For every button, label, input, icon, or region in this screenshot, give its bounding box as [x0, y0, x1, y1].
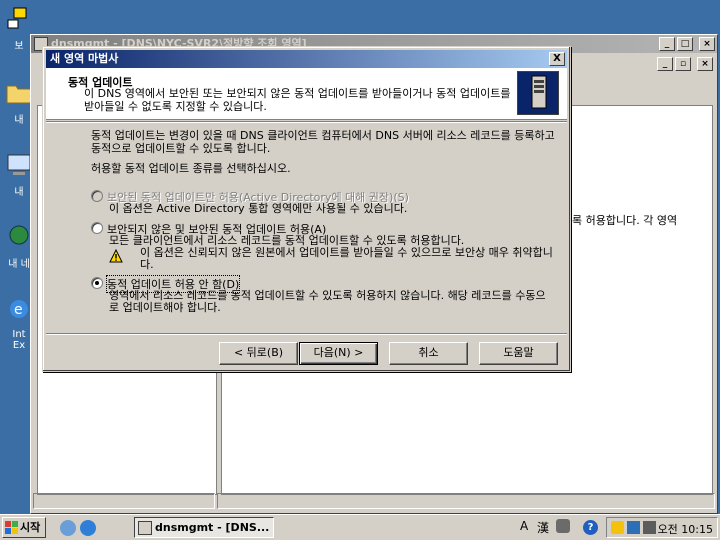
radio-nonsecure-and-secure[interactable]	[91, 222, 103, 234]
new-zone-wizard-dialog[interactable]: 새 영역 마법사 X 동적 업데이트 이 DNS 영역에서 보안된 또는 보안되…	[42, 46, 571, 372]
windows-flag-icon	[5, 521, 18, 534]
start-button[interactable]: 시작	[2, 517, 46, 538]
taskbar-dnsmgmt-label: dnsmgmt - [DNS...	[155, 521, 270, 534]
help-icon[interactable]: ?	[583, 520, 598, 535]
network-computer-icon	[7, 7, 27, 29]
cancel-button[interactable]: 취소	[389, 342, 468, 365]
child-close-button[interactable]: ×	[697, 57, 713, 71]
dns-server-icon	[517, 71, 559, 115]
option-nonsecure-warning: 이 옵션은 신뢰되지 않은 원본에서 업데이트를 받아들일 수 있으므로 보안상…	[140, 246, 553, 271]
status-cell-2	[217, 493, 715, 509]
help-button[interactable]: 도움말	[479, 342, 558, 365]
status-bar	[33, 493, 715, 511]
radio-secure-only[interactable]	[91, 190, 103, 202]
next-button[interactable]: 다음(N) >	[299, 342, 378, 365]
status-cell-1	[33, 493, 215, 509]
intro-text: 동적 업데이트는 변경이 있을 때 DNS 클라이언트 컴퓨터에서 DNS 서버…	[91, 129, 555, 155]
svg-text:e: e	[14, 302, 23, 318]
ime-mode-hanja[interactable]: 漢	[537, 519, 549, 536]
wizard-titlebar[interactable]: 새 영역 마법사 X	[46, 50, 567, 68]
details-pane-text: 록 허용합니다. 각 영역	[572, 214, 678, 227]
security-shield-icon[interactable]	[611, 521, 624, 534]
child-restore-button[interactable]: ▫	[675, 57, 691, 71]
ime-mode-a[interactable]: A	[520, 519, 528, 533]
back-button[interactable]: < 뒤로(B)	[219, 342, 298, 365]
minimize-button[interactable]: _	[659, 37, 675, 51]
maximize-button[interactable]: □	[677, 37, 693, 51]
network-icon[interactable]	[627, 521, 640, 534]
start-label: 시작	[20, 521, 41, 534]
wizard-title: 새 영역 마법사	[50, 52, 119, 65]
quicklaunch-desktop-icon[interactable]	[60, 520, 76, 536]
quicklaunch-ie-icon[interactable]	[80, 520, 96, 536]
radio-no-dynamic-update[interactable]	[91, 277, 103, 289]
header-subtitle: 이 DNS 영역에서 보안된 또는 보안되지 않은 동적 업데이트를 받아들이거…	[84, 87, 511, 113]
wizard-close-button[interactable]: X	[549, 52, 565, 66]
system-tray: 오전 10:15	[606, 517, 718, 538]
radio-selected-dot	[95, 281, 99, 285]
option-no-dynamic-update-desc: 영역에서 리소스 레코드를 동적 업데이트할 수 있도록 허용하지 않습니다. …	[109, 289, 546, 314]
ime-tool-icon[interactable]	[556, 519, 570, 533]
option-secure-only-desc: 이 옵션은 Active Directory 통합 영역에만 사용될 수 있습니…	[109, 202, 408, 215]
taskbar: 시작 dnsmgmt - [DNS... A 漢 ? 오전 10:15	[0, 514, 720, 540]
button-divider	[46, 333, 567, 335]
taskbar-dnsmgmt-button[interactable]: dnsmgmt - [DNS...	[134, 517, 274, 538]
wizard-header: 동적 업데이트 이 DNS 영역에서 보안된 또는 보안되지 않은 동적 업데이…	[46, 68, 567, 120]
clock[interactable]: 오전 10:15	[658, 521, 713, 537]
child-minimize-button[interactable]: _	[657, 57, 673, 71]
volume-icon[interactable]	[643, 521, 656, 534]
dns-app-icon	[138, 521, 152, 535]
header-divider	[46, 121, 567, 123]
prompt-text: 허용할 동적 업데이트 종류를 선택하십시오.	[91, 162, 291, 175]
warning-icon	[109, 249, 123, 263]
close-button[interactable]: ×	[699, 37, 715, 51]
